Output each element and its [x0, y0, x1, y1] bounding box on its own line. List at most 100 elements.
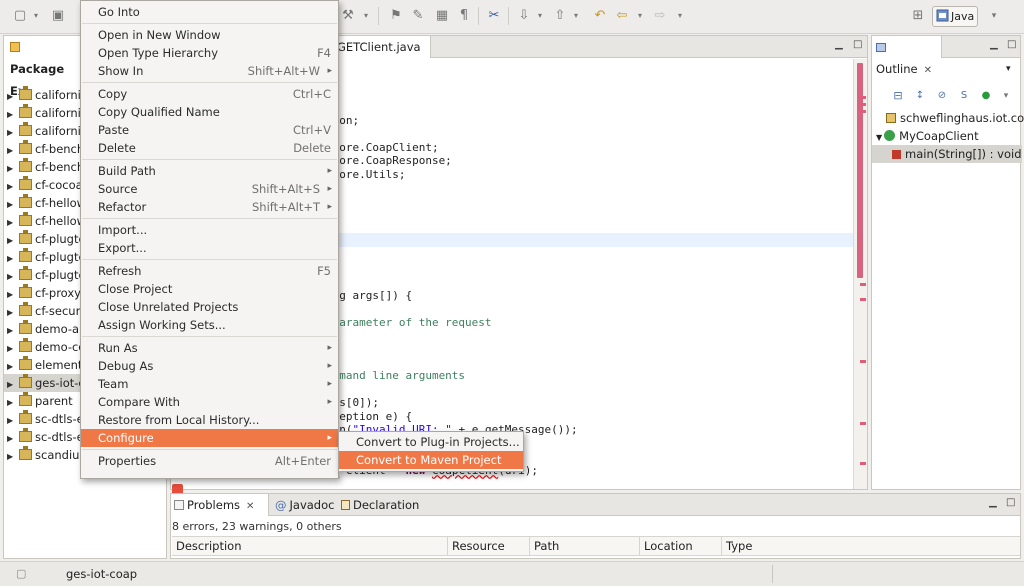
build-icon[interactable]: ⚒: [340, 8, 356, 24]
menu-item[interactable]: Go Into: [81, 3, 338, 21]
menu-item[interactable]: Refactor Shift+Alt+T ▸: [81, 198, 338, 216]
sort-icon[interactable]: ↕: [912, 88, 928, 104]
column-header-type[interactable]: Type: [722, 537, 1020, 556]
outline-menu-icon[interactable]: ▾: [998, 88, 1014, 104]
maximize-icon[interactable]: □: [1007, 40, 1018, 51]
submenu-item[interactable]: Convert to Maven Project: [339, 451, 523, 469]
menu-item[interactable]: Compare With ▸: [81, 393, 338, 411]
menu-item[interactable]: Team ▸: [81, 375, 338, 393]
submenu-item[interactable]: Convert to Plug-in Projects...: [339, 433, 523, 451]
menu-separator: [82, 336, 337, 337]
overview-error-mark[interactable]: [860, 360, 866, 363]
outline-item[interactable]: schweflinghaus.iot.co: [872, 109, 1024, 127]
overview-error-mark[interactable]: [860, 103, 866, 106]
annotation-icon[interactable]: ⚑: [388, 8, 404, 24]
new-wizard-icon[interactable]: ▢: [12, 8, 28, 24]
outline-item[interactable]: main(String[]) : void: [872, 145, 1022, 163]
pin-editor-icon[interactable]: ✂: [486, 8, 502, 24]
outline-item[interactable]: ▼ MyCoapClient: [872, 127, 979, 145]
project-folder-icon: [19, 86, 32, 100]
menu-item[interactable]: Properties Alt+Enter: [81, 452, 338, 470]
menu-item[interactable]: Configure ▸: [81, 429, 338, 447]
next-annotation-dropdown-icon[interactable]: ▾: [532, 8, 548, 24]
menu-item[interactable]: Run As ▸: [81, 339, 338, 357]
menu-item[interactable]: Close Unrelated Projects: [81, 298, 338, 316]
perspective-menu-icon[interactable]: ▾: [986, 8, 1002, 24]
save-icon[interactable]: ▣: [50, 8, 66, 24]
last-edit-location-icon[interactable]: ↶: [592, 8, 608, 24]
menu-item[interactable]: Assign Working Sets...: [81, 316, 338, 334]
project-folder-icon: [19, 374, 32, 388]
overview-error-mark[interactable]: [860, 422, 866, 425]
expand-arrow-icon[interactable]: ▶: [7, 448, 17, 466]
minimize-icon[interactable]: ▁: [990, 40, 1001, 51]
menu-item[interactable]: Show In Shift+Alt+W ▸: [81, 62, 338, 80]
tab-declaration[interactable]: Declaration: [337, 494, 425, 516]
hide-non-public-icon[interactable]: ●: [978, 88, 994, 104]
menu-item[interactable]: Export...: [81, 239, 338, 257]
menu-item[interactable]: Refresh F5: [81, 262, 338, 280]
project-folder-icon: [19, 356, 32, 370]
prev-annotation-dropdown-icon[interactable]: ▾: [568, 8, 584, 24]
next-annotation-icon[interactable]: ⇩: [516, 8, 532, 24]
expand-arrow-icon[interactable]: ▼: [876, 133, 882, 142]
close-icon[interactable]: ✕: [246, 501, 254, 512]
column-header-location[interactable]: Location: [640, 537, 722, 556]
menu-item-shortcut: Shift+Alt+T: [251, 200, 320, 214]
tab-package-explorer[interactable]: Package Ex: [4, 36, 82, 98]
overview-error-mark[interactable]: [860, 462, 866, 465]
collapse-all-icon[interactable]: ⊟: [890, 88, 906, 104]
show-whitespace-icon[interactable]: ¶: [456, 8, 472, 24]
menu-item[interactable]: Restore from Local History...: [81, 411, 338, 429]
back-icon[interactable]: ⇦: [614, 8, 630, 24]
menu-item-label: Delete: [98, 141, 136, 155]
mark-occurrences-icon[interactable]: ✎: [410, 8, 426, 24]
menu-item[interactable]: Open Type Hierarchy F4: [81, 44, 338, 62]
block-selection-icon[interactable]: ▦: [434, 8, 450, 24]
project-folder-icon: [19, 284, 32, 298]
prev-annotation-icon[interactable]: ⇧: [552, 8, 568, 24]
menu-item[interactable]: Copy Ctrl+C: [81, 85, 338, 103]
project-folder-icon: [19, 392, 32, 406]
menu-item[interactable]: Open in New Window: [81, 26, 338, 44]
project-name: parent: [35, 394, 73, 408]
column-header-resource[interactable]: Resource: [448, 537, 530, 556]
new-dropdown-icon[interactable]: ▾: [28, 8, 44, 24]
tab-getclient-java[interactable]: GETClient.java: [333, 36, 431, 58]
overview-error-mark[interactable]: [860, 298, 866, 301]
overview-error-mark[interactable]: [860, 96, 866, 99]
menu-item[interactable]: Delete Delete: [81, 139, 338, 157]
hide-fields-icon[interactable]: ⊘: [934, 88, 950, 104]
menu-item[interactable]: Debug As ▸: [81, 357, 338, 375]
tab-problems[interactable]: Problems ✕: [171, 494, 269, 516]
hide-static-icon[interactable]: S: [956, 88, 972, 104]
view-menu-icon[interactable]: ▾: [1006, 64, 1011, 74]
column-header-path[interactable]: Path: [530, 537, 640, 556]
tab-outline[interactable]: Outline ✕: [872, 36, 942, 76]
minimize-icon[interactable]: ▁: [989, 498, 1000, 509]
maximize-icon[interactable]: □: [1006, 498, 1017, 509]
back-dropdown-icon[interactable]: ▾: [632, 8, 648, 24]
menu-item[interactable]: Import...: [81, 221, 338, 239]
menu-item[interactable]: Build Path ▸: [81, 162, 338, 180]
maximize-icon[interactable]: □: [853, 40, 864, 51]
build-dropdown-icon[interactable]: ▾: [358, 8, 374, 24]
menu-item[interactable]: Paste Ctrl+V: [81, 121, 338, 139]
tab-label: Declaration: [353, 498, 420, 512]
java-perspective-button[interactable]: Java: [932, 6, 978, 27]
menu-item-shortcut: Ctrl+V: [293, 123, 331, 137]
minimize-icon[interactable]: ▁: [835, 40, 846, 51]
menu-item[interactable]: Close Project: [81, 280, 338, 298]
open-perspective-icon[interactable]: ⊞: [910, 8, 926, 24]
menu-item[interactable]: Source Shift+Alt+S ▸: [81, 180, 338, 198]
forward-dropdown-icon[interactable]: ▾: [672, 8, 688, 24]
overview-error-mark[interactable]: [860, 110, 866, 113]
overview-error-mark[interactable]: [860, 283, 866, 286]
close-icon[interactable]: ✕: [924, 65, 932, 76]
menu-item[interactable]: Copy Qualified Name: [81, 103, 338, 121]
forward-icon[interactable]: ⇨: [652, 8, 668, 24]
tab-javadoc[interactable]: @ Javadoc: [271, 494, 340, 516]
status-text: ges-iot-coap: [66, 567, 138, 581]
fast-view-icon[interactable]: ▢: [16, 567, 26, 580]
column-header-description[interactable]: Description: [172, 537, 448, 556]
